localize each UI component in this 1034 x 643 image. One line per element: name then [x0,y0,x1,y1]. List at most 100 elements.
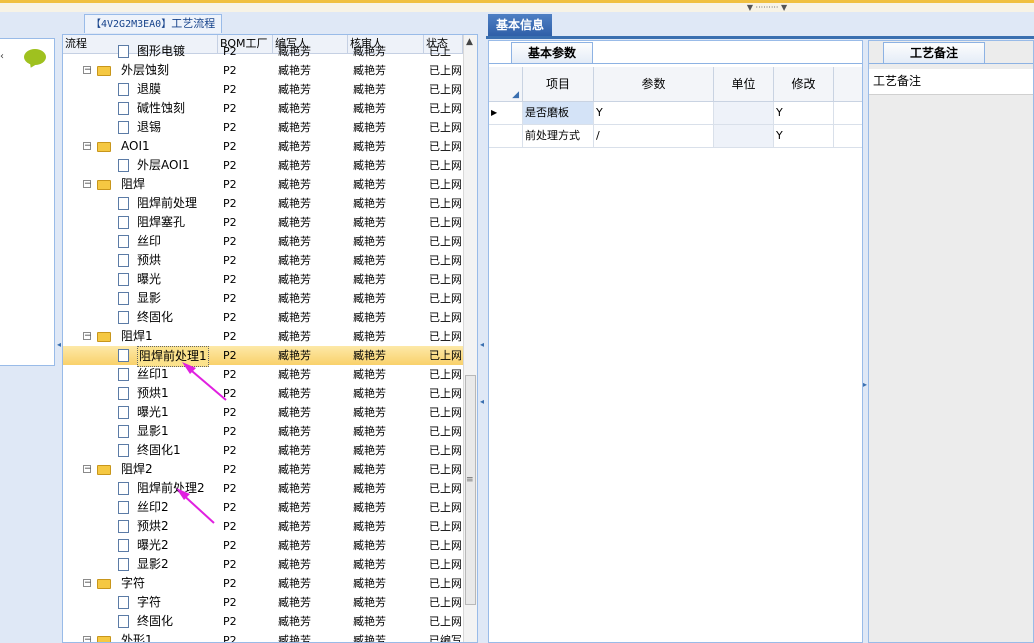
tree-node-label[interactable]: 字符 [121,574,145,593]
collapse-toggle-icon[interactable]: − [83,636,92,642]
tree-step-row[interactable]: 显影2 P2 臧艳芳 臧艳芳 已上网 [63,555,463,574]
param-unit[interactable] [714,102,774,124]
tree-node-label[interactable]: 阻焊前处理2 [137,479,205,498]
tree-folder-row[interactable]: − 阻焊1 P2 臧艳芳 臧艳芳 已上网 [63,327,463,346]
tree-node-label[interactable]: 预烘2 [137,517,169,536]
tree-node-label[interactable]: 阻焊前处理1 [137,346,209,367]
param-modify[interactable]: Y [774,102,834,124]
splitter-collapse-icon[interactable]: ◂ [480,340,484,349]
chevron-icon[interactable]: ‹ [0,51,4,62]
tree-node-label[interactable]: 字符 [137,593,161,612]
collapse-toggle-icon[interactable]: − [83,180,92,189]
tree-node-label[interactable]: 终固化 [137,308,173,327]
tree-node-label[interactable]: 丝印 [137,232,161,251]
tree-step-row[interactable]: 图形电镀 P2 臧艳芳 臧艳芳 已上 [63,42,463,61]
param-modify[interactable]: Y [774,125,834,147]
tree-step-row[interactable]: 预烘2 P2 臧艳芳 臧艳芳 已上网 [63,517,463,536]
param-value[interactable]: Y [594,102,714,124]
params-col-param[interactable]: 参数 [594,67,714,101]
tree-node-label[interactable]: 阻焊前处理 [137,194,197,213]
tree-node-label[interactable]: 阻焊1 [121,327,153,346]
tree-step-row[interactable]: 丝印1 P2 臧艳芳 臧艳芳 已上网 [63,365,463,384]
tree-step-row[interactable]: 终固化 P2 臧艳芳 臧艳芳 已上网 [63,308,463,327]
tree-step-row[interactable]: 显影1 P2 臧艳芳 臧艳芳 已上网 [63,422,463,441]
tree-step-row[interactable]: 碱性蚀刻 P2 臧艳芳 臧艳芳 已上网 [63,99,463,118]
tree-node-label[interactable]: 退锡 [137,118,161,137]
tree-node-label[interactable]: 外层蚀刻 [121,61,169,80]
tree-step-row[interactable]: 终固化 P2 臧艳芳 臧艳芳 已上网 [63,612,463,631]
tree-node-label[interactable]: 显影 [137,289,161,308]
collapse-toggle-icon[interactable]: − [83,465,92,474]
tab-basic-info[interactable]: 基本信息 [488,14,552,36]
row-indicator-header[interactable]: ◢ [489,67,523,101]
param-item[interactable]: 是否磨板 [523,102,594,124]
scroll-up-icon[interactable]: ▲ [466,37,473,47]
tree-step-row[interactable]: 阻焊塞孔 P2 臧艳芳 臧艳芳 已上网 [63,213,463,232]
tree-node-label[interactable]: 曝光1 [137,403,169,422]
tree-step-row[interactable]: 外层AOI1 P2 臧艳芳 臧艳芳 已上网 [63,156,463,175]
tree-step-row[interactable]: 曝光2 P2 臧艳芳 臧艳芳 已上网 [63,536,463,555]
tree-scrollbar[interactable]: ▲ ≡ [463,35,477,642]
tree-node-label[interactable]: 外形1 [121,631,153,642]
tree-node-label[interactable]: 图形电镀 [137,42,185,61]
tree-step-row[interactable]: 阻焊前处理2 P2 臧艳芳 臧艳芳 已上网 [63,479,463,498]
param-value[interactable]: / [594,125,714,147]
splitter-left-icon[interactable]: ◂ [57,340,61,349]
tree-node-label[interactable]: 阻焊塞孔 [137,213,185,232]
tree-step-row[interactable]: 退锡 P2 臧艳芳 臧艳芳 已上网 [63,118,463,137]
tree-folder-row[interactable]: − 外层蚀刻 P2 臧艳芳 臧艳芳 已上网 [63,61,463,80]
tree-step-row[interactable]: 阻焊前处理 P2 臧艳芳 臧艳芳 已上网 [63,194,463,213]
tree-node-label[interactable]: 阻焊2 [121,460,153,479]
collapse-toggle-icon[interactable]: − [83,332,92,341]
chat-bubble-icon[interactable] [24,49,46,65]
collapse-grip-icon[interactable]: ▼ ········· ▼ [732,3,802,12]
scroll-thumb[interactable] [465,375,476,605]
params-col-unit[interactable]: 单位 [714,67,774,101]
tree-step-row[interactable]: 显影 P2 臧艳芳 臧艳芳 已上网 [63,289,463,308]
params-row[interactable]: ▶ 是否磨板 Y Y [489,102,862,125]
tree-folder-row[interactable]: − 字符 P2 臧艳芳 臧艳芳 已上网 [63,574,463,593]
collapse-toggle-icon[interactable]: − [83,579,92,588]
tree-step-row[interactable]: 丝印 P2 臧艳芳 臧艳芳 已上网 [63,232,463,251]
params-row[interactable]: 前处理方式 / Y [489,125,862,148]
process-tab-title[interactable]: 【4V2G2M3EA0】工艺流程 [84,14,223,33]
tree-step-row[interactable]: 曝光1 P2 臧艳芳 臧艳芳 已上网 [63,403,463,422]
tree-folder-row[interactable]: − 阻焊 P2 臧艳芳 臧艳芳 已上网 [63,175,463,194]
tree-node-label[interactable]: 退膜 [137,80,161,99]
tree-step-row[interactable]: 丝印2 P2 臧艳芳 臧艳芳 已上网 [63,498,463,517]
tree-step-row[interactable]: 字符 P2 臧艳芳 臧艳芳 已上网 [63,593,463,612]
tree-step-row[interactable]: 退膜 P2 臧艳芳 臧艳芳 已上网 [63,80,463,99]
tree-node-label[interactable]: 碱性蚀刻 [137,99,185,118]
collapse-toggle-icon[interactable]: − [83,66,92,75]
tree-node-label[interactable]: AOI1 [121,137,150,156]
top-collapse-bar[interactable]: ▼ ········· ▼ [0,0,1034,12]
tree-step-row[interactable]: 曝光 P2 臧艳芳 臧艳芳 已上网 [63,270,463,289]
tree-node-label[interactable]: 预烘 [137,251,161,270]
tab-basic-params[interactable]: 基本参数 [511,42,593,63]
tree-node-label[interactable]: 终固化 [137,612,173,631]
tree-folder-row[interactable]: − 阻焊2 P2 臧艳芳 臧艳芳 已上网 [63,460,463,479]
tree-node-label[interactable]: 终固化1 [137,441,181,460]
tree-node-label[interactable]: 外层AOI1 [137,156,190,175]
tree-node-label[interactable]: 丝印2 [137,498,169,517]
params-col-item[interactable]: 项目 [523,67,594,101]
tree-node-label[interactable]: 显影1 [137,422,169,441]
tree-step-row[interactable]: 阻焊前处理1 P2 臧艳芳 臧艳芳 已上网 [63,346,463,367]
collapse-toggle-icon[interactable]: − [83,142,92,151]
tree-node-label[interactable]: 阻焊 [121,175,145,194]
param-unit[interactable] [714,125,774,147]
tree-folder-row[interactable]: − AOI1 P2 臧艳芳 臧艳芳 已上网 [63,137,463,156]
splitter-expand-icon[interactable]: ◂ [480,397,484,406]
splitter-arrow-icon[interactable]: ▸ [863,380,867,389]
tree-folder-row[interactable]: − 外形1 P2 臧艳芳 臧艳芳 已编写 [63,631,463,642]
tree-node-label[interactable]: 丝印1 [137,365,169,384]
tree-step-row[interactable]: 终固化1 P2 臧艳芳 臧艳芳 已上网 [63,441,463,460]
params-col-modify[interactable]: 修改 [774,67,834,101]
tree-node-label[interactable]: 曝光2 [137,536,169,555]
tree-node-label[interactable]: 曝光 [137,270,161,289]
tree-step-row[interactable]: 预烘1 P2 臧艳芳 臧艳芳 已上网 [63,384,463,403]
param-item[interactable]: 前处理方式 [523,125,594,147]
tree-step-row[interactable]: 预烘 P2 臧艳芳 臧艳芳 已上网 [63,251,463,270]
tab-process-notes[interactable]: 工艺备注 [883,42,985,63]
tree-node-label[interactable]: 预烘1 [137,384,169,403]
